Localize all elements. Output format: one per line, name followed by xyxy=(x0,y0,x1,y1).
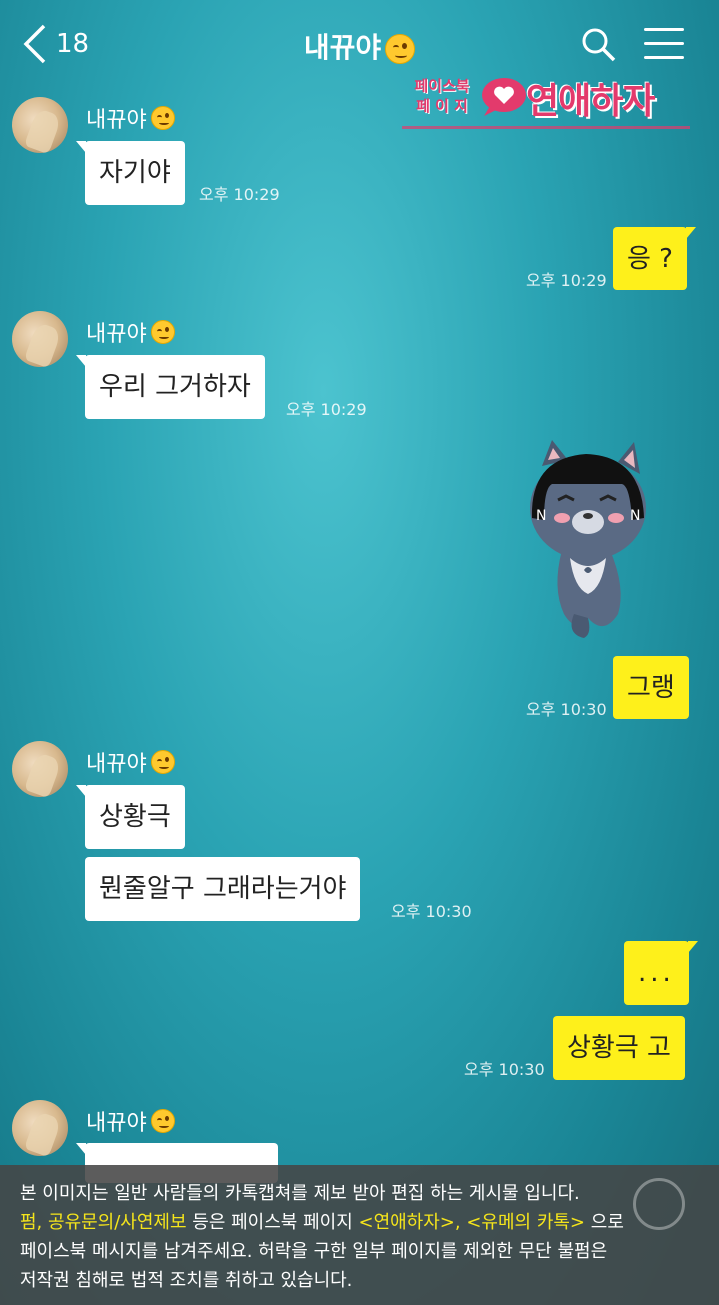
notice-highlight: 펌, 공유문의/사연제보 xyxy=(20,1212,187,1233)
sender-name-text: 내뀨야 xyxy=(86,752,147,777)
watermark-small-line1: 페이스북 xyxy=(414,77,470,95)
sender-name-text: 내뀨야 xyxy=(86,108,147,133)
wink-emoji-icon xyxy=(150,1109,175,1133)
notice-text: 등은 페이스북 페이지 xyxy=(186,1212,359,1233)
message-time: 오후 10:30 xyxy=(526,700,607,719)
wink-emoji-icon xyxy=(150,320,175,344)
chat-title-text: 내뀨야 xyxy=(303,31,382,64)
scroll-indicator-icon[interactable] xyxy=(633,1178,685,1230)
message-time: 오후 10:30 xyxy=(464,1060,545,1079)
heart-speech-icon xyxy=(482,78,526,116)
message-bubble-incoming[interactable]: 뭔줄알구 그래라는거야 xyxy=(85,857,361,921)
search-icon[interactable] xyxy=(580,26,616,62)
wink-emoji-icon xyxy=(150,750,175,774)
watermark-title: 연애하자 xyxy=(526,81,655,122)
message-bubble-incoming[interactable]: 우리 그거하자 xyxy=(76,355,265,419)
message-bubble-outgoing[interactable]: 상황극 고 xyxy=(553,1016,685,1080)
sender-name: 내뀨야 xyxy=(86,316,175,348)
notice-line: 본 이미지는 일반 사람들의 카톡캡쳐를 제보 받아 편집 하는 게시물 입니다… xyxy=(20,1183,580,1204)
svg-text:N: N xyxy=(536,508,546,524)
avatar[interactable] xyxy=(12,311,68,367)
copyright-notice: 본 이미지는 일반 사람들의 카톡캡쳐를 제보 받아 편집 하는 게시물 입니다… xyxy=(0,1165,719,1305)
watermark-underline xyxy=(402,126,690,129)
cat-sticker-image[interactable]: N N xyxy=(522,438,648,642)
message-time: 오후 10:29 xyxy=(526,271,607,290)
message-bubble-outgoing[interactable]: ... xyxy=(624,941,698,1005)
notice-highlight: <연애하자>, <유메의 카톡> xyxy=(358,1212,586,1233)
menu-icon[interactable] xyxy=(644,28,684,60)
sender-name: 내뀨야 xyxy=(86,102,175,134)
avatar[interactable] xyxy=(12,741,68,797)
svg-text:N: N xyxy=(630,508,640,524)
watermark-small-line2: 페 이 지 xyxy=(416,97,468,115)
sender-name-text: 내뀨야 xyxy=(86,1111,147,1136)
message-bubble-incoming[interactable]: 자기야 xyxy=(76,141,185,205)
message-bubble-outgoing[interactable]: 그랭 xyxy=(613,656,689,719)
notice-text: 으로 xyxy=(585,1212,624,1233)
message-bubble-incoming[interactable]: 상황극 xyxy=(76,785,185,849)
sender-name: 내뀨야 xyxy=(86,1105,175,1137)
notice-line: 저작권 침해로 법적 조치를 취하고 있습니다. xyxy=(20,1270,353,1291)
message-bubble-outgoing[interactable]: 응 ? xyxy=(613,227,696,290)
avatar[interactable] xyxy=(12,97,68,153)
watermark-small: 페이스북 페 이 지 xyxy=(402,76,482,116)
avatar[interactable] xyxy=(12,1100,68,1156)
sender-name: 내뀨야 xyxy=(86,746,175,778)
notice-line: 페이스북 메시지를 남겨주세요. 허락을 구한 일부 페이지를 제외한 무단 불… xyxy=(20,1241,608,1262)
wink-emoji-icon xyxy=(385,34,416,64)
sender-name-text: 내뀨야 xyxy=(86,322,147,347)
watermark-logo: 페이스북 페 이 지 연애하자 xyxy=(402,70,692,132)
message-time: 오후 10:30 xyxy=(391,902,472,921)
wink-emoji-icon xyxy=(150,106,175,130)
notice-line: 펌, 공유문의/사연제보 등은 페이스북 페이지 <연애하자>, <유메의 카톡… xyxy=(20,1208,699,1237)
message-time: 오후 10:29 xyxy=(199,185,280,204)
message-time: 오후 10:29 xyxy=(286,400,367,419)
